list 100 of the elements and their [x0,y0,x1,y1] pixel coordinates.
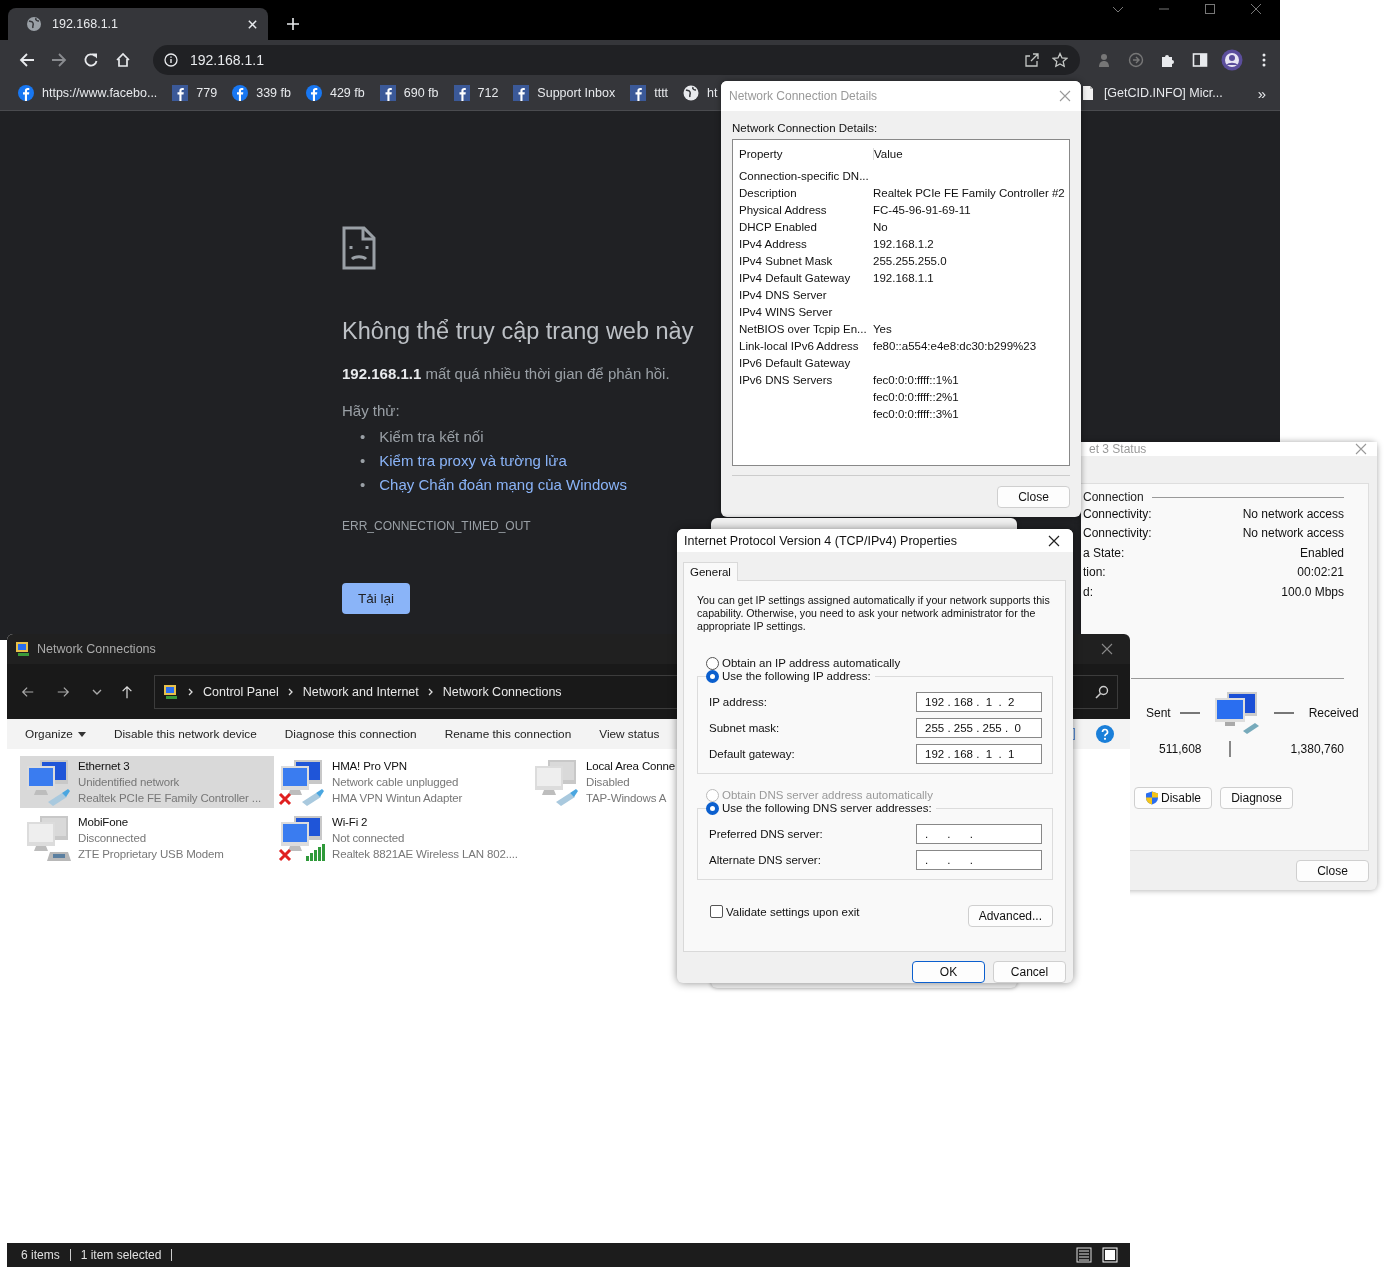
large-icons-view-icon[interactable] [1102,1247,1118,1263]
validate-checkbox[interactable]: Validate settings upon exit [710,905,860,918]
breadcrumb-item[interactable]: Control Panel [203,684,279,699]
address-bar[interactable]: 192.168.1.1 [153,45,1080,75]
connection-status: Network cable unplugged [332,775,459,790]
back-icon[interactable] [21,684,35,699]
sent-label: Sent [1146,705,1171,720]
property-cell: NetBIOS over Tcpip En... [739,322,867,335]
toolbar-command[interactable]: View status [599,727,660,741]
ip-address-field[interactable]: 192 . 168 . 1 . 2 [916,692,1042,712]
home-icon[interactable] [115,52,131,68]
chevron-right-icon [188,687,194,696]
search-icon [1095,684,1109,699]
up-icon[interactable] [120,684,134,699]
suggestion-link[interactable]: Kiểm tra proxy và tường lửa [379,449,567,473]
value-cell: Realtek PCIe FE Family Controller #2 [873,186,1065,199]
error-code: ERR_CONNECTION_TIMED_OUT [342,519,531,533]
sidebar-icon[interactable] [1192,52,1208,68]
bookmark[interactable]: Support Inbox [513,85,616,101]
value-cell: fec0:0:0:ffff::1%1 [873,373,959,386]
maximize-icon[interactable] [1204,3,1216,15]
bookmark[interactable]: 429 fb [305,85,365,101]
property-cell: IPv6 DNS Servers [739,373,833,386]
ip-address-field[interactable]: . . . [916,824,1042,844]
forward-icon[interactable] [51,52,67,68]
bookmark[interactable]: 690 fb [379,85,439,101]
chevron-right-icon [287,687,294,696]
connection-status: Unidentified network [78,775,180,790]
bookmark[interactable]: 339 fb [232,85,291,101]
star-icon[interactable] [1052,52,1068,68]
reload-icon[interactable] [83,52,99,68]
bookmark[interactable]: tttt [630,85,669,101]
property-cell: DHCP Enabled [739,220,817,233]
advanced-button[interactable]: Advanced... [967,905,1053,927]
device-name: HMA VPN Wintun Adapter [332,791,463,806]
puzzle-icon[interactable] [1160,52,1176,68]
property-cell: IPv4 Default Gateway [739,271,851,284]
description-text: You can get IP settings assigned automatically if your network supports this capability. Otherwise, you need to ask your network administrator for the appropriate IP settings. [697,594,1051,633]
back-icon[interactable] [19,52,35,68]
toolbar-command[interactable]: Diagnose this connection [284,727,417,741]
toolbar-command[interactable]: Rename this connection [444,727,572,741]
extension-icon[interactable] [1128,52,1144,68]
close-icon[interactable] [1048,534,1060,547]
breadcrumb-item[interactable]: Network and Internet [302,684,419,699]
property-cell: Description [739,186,797,199]
cancel-button[interactable]: Cancel [993,961,1066,983]
extension-icon[interactable] [1096,52,1112,68]
reload-button[interactable]: Tải lại [342,583,410,614]
dialog-tab[interactable]: General [683,562,738,581]
bullet: • [360,475,366,495]
suggestion-text: Kiểm tra kết nối [379,427,484,447]
value-cell: 192.168.1.2 [873,237,934,250]
help-icon[interactable] [1096,725,1114,743]
column-header[interactable]: Property [739,148,874,160]
device-name: Realtek 8821AE Wireless LAN 802.... [332,847,518,862]
toolbar-command[interactable]: Disable this network device [113,727,257,741]
property-cell: IPv4 Subnet Mask [739,254,833,267]
close-button[interactable]: Close [997,486,1070,508]
bookmark[interactable]: https://www.facebo... [18,85,158,101]
property-cell: IPv4 Address [739,237,807,250]
forward-icon[interactable] [56,684,70,699]
new-tab-icon[interactable] [286,17,300,31]
disable-button[interactable]: Disable [1134,786,1213,809]
connection-status: Disabled [586,775,630,790]
value-cell: fec0:0:0:ffff::3%1 [873,407,959,420]
details-view-icon[interactable] [1076,1247,1092,1263]
ok-button[interactable]: OK [912,961,985,983]
ip-address-field[interactable]: 255 . 255 . 255 . 0 [916,718,1042,738]
status-label: a State: [1083,545,1125,560]
connection-item[interactable]: HMA! Pro VPN Network cable unplugged HMA VPN Wintun Adapter [274,756,528,808]
group-label: Connection [1083,490,1144,504]
facebook-icon [630,85,647,101]
device-name: ZTE Proprietary USB Modem [78,847,224,862]
column-header[interactable]: Value [874,148,903,160]
bookmark[interactable]: ht [683,85,718,101]
connection-item[interactable]: Ethernet 3 Unidentified network Realtek PCIe FE Family Controller ... [20,756,274,808]
bookmark[interactable]: [GetCID.INFO] Micr... [1079,85,1223,101]
ip-address-field[interactable]: 192 . 168 . 1 . 1 [916,744,1042,764]
connection-status: Not connected [332,831,405,846]
bookmark[interactable]: 712 [453,85,499,101]
more-bookmarks[interactable]: » [1257,84,1266,102]
share-icon[interactable] [1024,52,1040,68]
avatar-icon[interactable] [1221,49,1243,71]
close-button[interactable]: Close [1296,860,1369,882]
caret-icon [77,731,86,737]
network-folder-icon [15,641,31,657]
connection-item[interactable]: Wi-Fi 2 Not connected Realtek 8821AE Wireless LAN 802.... [274,812,528,864]
window-title: Internet Protocol Version 4 (TCP/IPv4) Properties [684,533,959,548]
toolbar-command[interactable]: Organize [25,727,86,741]
ip-address-field[interactable]: . . . [916,850,1042,870]
browser-tab[interactable]: 192.168.1.1 [8,8,268,40]
connection-item[interactable]: MobiFone Disconnected ZTE Proprietary USB Modem [20,812,274,864]
radio-option[interactable]: Use the following IP address: [706,667,875,685]
window-title: et 3 Status [1089,442,1148,456]
bullet: • [360,451,366,471]
suggestion-link[interactable]: Chạy Chẩn đoán mạng của Windows [379,473,627,497]
connection-name: HMA! Pro VPN [332,759,407,774]
bookmark[interactable]: 779 [172,85,218,101]
diagnose-button[interactable]: Diagnose [1220,786,1294,809]
breadcrumb-item[interactable]: Network Connections [442,684,562,699]
